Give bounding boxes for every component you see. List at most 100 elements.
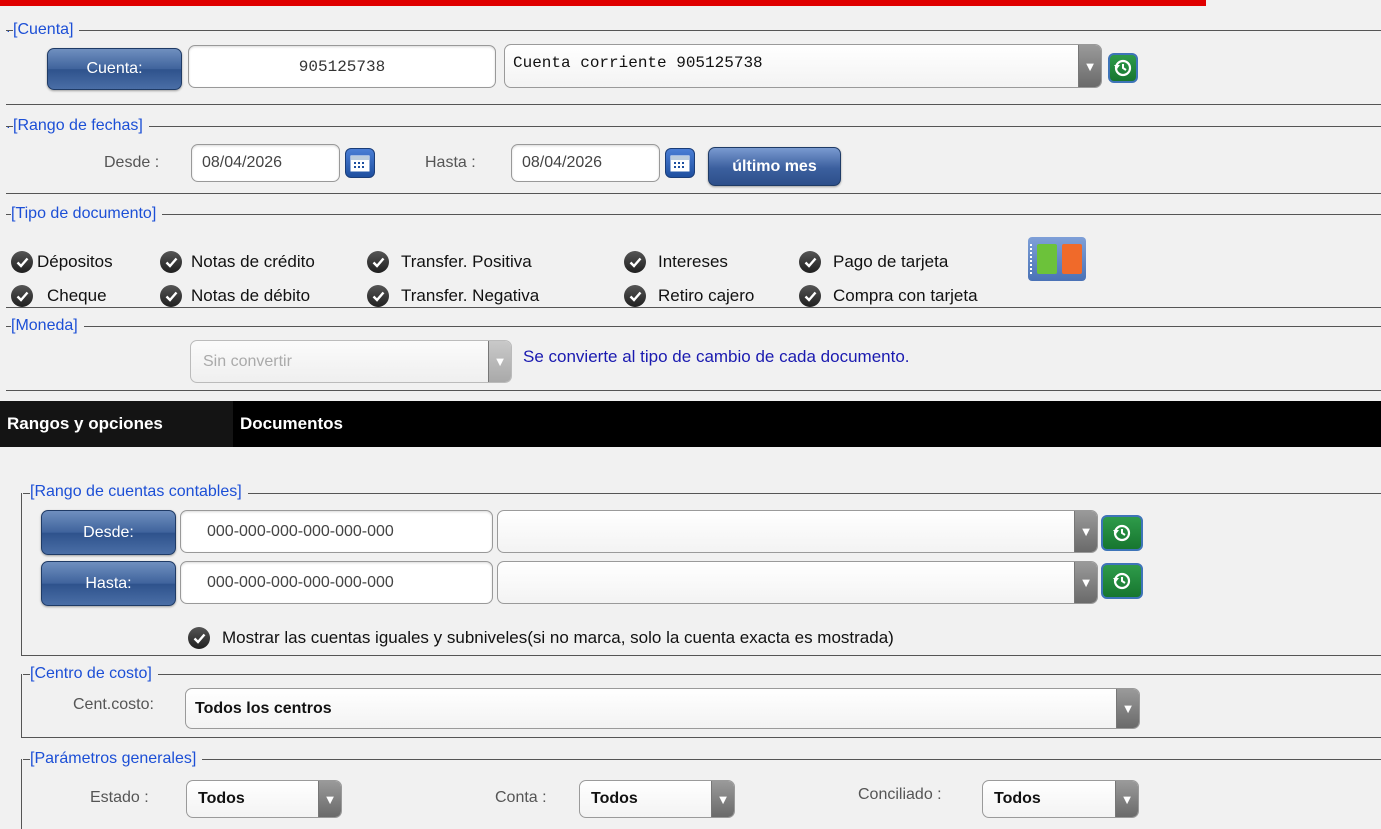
- tab-bar: Rangos y opciones Documentos: [0, 401, 1381, 447]
- notas-credito-checkbox[interactable]: [160, 251, 182, 273]
- hasta-cuenta-value: 000-000-000-000-000-000: [207, 573, 394, 591]
- cuenta-button[interactable]: Cuenta:: [47, 48, 182, 90]
- divider: [21, 674, 22, 737]
- top-accent-bar: [0, 0, 1206, 6]
- conciliado-select[interactable]: Todos ▼: [982, 780, 1139, 818]
- grip-icon: [1030, 244, 1035, 274]
- divider: [6, 193, 1381, 194]
- moneda-select[interactable]: Sin convertir ▼: [190, 340, 512, 383]
- depositos-checkbox[interactable]: [11, 251, 33, 273]
- divider: [23, 759, 1381, 760]
- desde-cuenta-button[interactable]: Desde:: [41, 510, 176, 555]
- chevron-down-icon: ▼: [488, 341, 511, 382]
- estado-select[interactable]: Todos ▼: [186, 780, 342, 818]
- conta-select[interactable]: Todos ▼: [579, 780, 735, 818]
- divider: [6, 104, 1381, 105]
- notas-credito-label: Notas de crédito: [191, 252, 315, 271]
- centro-costo-legend: [Centro de costo]: [30, 664, 158, 684]
- divider: [21, 493, 22, 655]
- deselect-all-icon[interactable]: [1062, 244, 1082, 274]
- hasta-cuenta-select[interactable]: ▼: [497, 561, 1098, 604]
- refresh-icon[interactable]: [1101, 515, 1143, 551]
- chevron-down-icon: ▼: [318, 781, 341, 817]
- moneda-note: Se convierte al tipo de cambio de cada d…: [523, 347, 910, 366]
- conciliado-select-value: Todos: [994, 790, 1041, 807]
- centro-costo-select-value: Todos los centros: [195, 699, 332, 717]
- conciliado-label: Conciliado :: [858, 786, 942, 803]
- fechas-legend: [Rango de fechas]: [13, 116, 149, 136]
- desde-cuenta-input[interactable]: 000-000-000-000-000-000: [180, 510, 493, 553]
- refresh-icon[interactable]: [1108, 53, 1138, 83]
- chevron-down-icon: ▼: [711, 781, 734, 817]
- depositos-label: Dépositos: [37, 252, 113, 271]
- chevron-down-icon: ▼: [1115, 781, 1138, 817]
- select-all-icon[interactable]: [1037, 244, 1057, 274]
- desde-date-value: 08/04/2026: [202, 154, 283, 171]
- divider: [21, 655, 1381, 656]
- cuenta-number-value: 905125738: [298, 57, 386, 76]
- divider: [6, 326, 1381, 327]
- divider: [6, 30, 1381, 31]
- divider: [6, 307, 1381, 308]
- transfer-negativa-checkbox[interactable]: [367, 285, 389, 307]
- pago-tarjeta-label: Pago de tarjeta: [833, 252, 949, 271]
- select-toggle-group: [1028, 237, 1086, 281]
- cheque-checkbox[interactable]: [11, 285, 33, 307]
- tab-rangos-opciones[interactable]: Rangos y opciones: [0, 401, 233, 447]
- cuenta-legend: [Cuenta]: [13, 20, 80, 40]
- retiro-cajero-checkbox[interactable]: [624, 285, 646, 307]
- pago-tarjeta-checkbox[interactable]: [799, 251, 821, 273]
- estado-select-value: Todos: [198, 790, 245, 807]
- divider: [6, 214, 1381, 215]
- desde-cuenta-value: 000-000-000-000-000-000: [207, 522, 394, 540]
- subniveles-label: Mostrar las cuentas iguales y subniveles…: [222, 628, 894, 647]
- divider: [21, 737, 1381, 738]
- subniveles-checkbox[interactable]: [188, 627, 210, 649]
- cuenta-number-input[interactable]: 905125738: [188, 45, 496, 88]
- desde-cuenta-select[interactable]: ▼: [497, 510, 1098, 553]
- divider: [23, 674, 1381, 675]
- hasta-cuenta-input[interactable]: 000-000-000-000-000-000: [180, 561, 493, 604]
- refresh-icon[interactable]: [1101, 563, 1143, 599]
- tipo-documento-legend: [Tipo de documento]: [11, 204, 163, 224]
- notas-debito-label: Notas de débito: [191, 286, 311, 305]
- notas-debito-checkbox[interactable]: [160, 285, 182, 307]
- chevron-down-icon: ▼: [1116, 689, 1139, 728]
- desde-label: Desde :: [104, 154, 160, 171]
- rango-cuentas-legend: [Rango de cuentas contables]: [30, 482, 248, 502]
- centro-costo-label: Cent.costo:: [73, 696, 154, 713]
- divider: [21, 759, 22, 829]
- conta-label: Conta :: [495, 789, 547, 806]
- conta-select-value: Todos: [591, 790, 638, 807]
- retiro-cajero-label: Retiro cajero: [658, 286, 755, 305]
- chevron-down-icon: ▼: [1074, 511, 1097, 552]
- tab-documentos[interactable]: Documentos: [240, 401, 343, 447]
- moneda-select-value: Sin convertir: [203, 352, 292, 370]
- chevron-down-icon: ▼: [1074, 562, 1097, 603]
- compra-tarjeta-label: Compra con tarjeta: [833, 286, 978, 305]
- hasta-label: Hasta :: [425, 154, 476, 171]
- cuenta-select-value: Cuenta corriente 905125738: [513, 54, 763, 72]
- cuenta-select[interactable]: Cuenta corriente 905125738 ▼: [504, 44, 1102, 88]
- calendar-icon[interactable]: [665, 148, 695, 178]
- divider: [6, 126, 1381, 127]
- centro-costo-select[interactable]: Todos los centros ▼: [185, 688, 1140, 729]
- cheque-label: Cheque: [47, 286, 107, 305]
- hasta-date-value: 08/04/2026: [522, 154, 603, 171]
- calendar-icon[interactable]: [345, 148, 375, 178]
- moneda-legend: [Moneda]: [11, 316, 84, 336]
- intereses-label: Intereses: [658, 252, 728, 271]
- transfer-positiva-label: Transfer. Positiva: [401, 252, 532, 271]
- ultimo-mes-button[interactable]: último mes: [708, 147, 841, 186]
- intereses-checkbox[interactable]: [624, 251, 646, 273]
- chevron-down-icon: ▼: [1078, 45, 1101, 87]
- hasta-cuenta-button[interactable]: Hasta:: [41, 561, 176, 606]
- estado-label: Estado :: [90, 789, 149, 806]
- transfer-positiva-checkbox[interactable]: [367, 251, 389, 273]
- parametros-legend: [Parámetros generales]: [30, 749, 203, 769]
- transfer-negativa-label: Transfer. Negativa: [401, 286, 540, 305]
- divider: [6, 390, 1381, 391]
- desde-date-input[interactable]: 08/04/2026: [191, 144, 340, 182]
- compra-tarjeta-checkbox[interactable]: [799, 285, 821, 307]
- hasta-date-input[interactable]: 08/04/2026: [511, 144, 660, 182]
